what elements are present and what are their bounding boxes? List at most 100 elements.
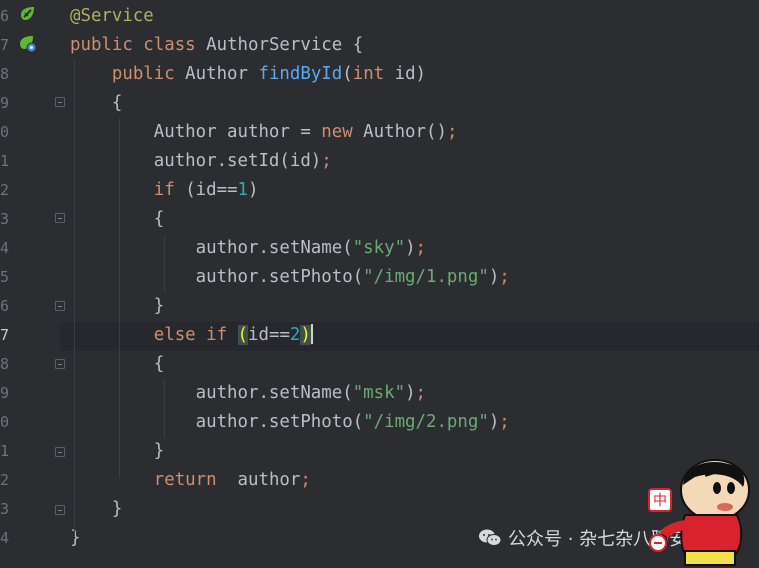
code-token: ; — [321, 151, 332, 171]
code-token: ) — [405, 238, 416, 258]
line-number: 9 — [0, 384, 10, 402]
code-line[interactable]: 0 Author author = new Author(); — [0, 118, 759, 147]
code-text[interactable]: return author; — [70, 466, 311, 495]
cartoon-boy-mascot: 中 — [648, 459, 750, 566]
code-token: "/img/2.png" — [363, 412, 489, 432]
line-number: 3 — [0, 500, 10, 518]
line-number: 7 — [0, 36, 10, 54]
fold-marker[interactable] — [55, 213, 65, 223]
line-number: 8 — [0, 65, 10, 83]
line-number: 6 — [0, 297, 10, 315]
line-number: 5 — [0, 268, 10, 286]
indent-guide — [74, 60, 75, 536]
code-line[interactable]: 1 author.setId(id); — [0, 147, 759, 176]
code-token: author.setId(id) — [70, 151, 322, 171]
line-number: 4 — [0, 239, 10, 257]
code-text[interactable]: author.setPhoto("/img/2.png"); — [70, 408, 510, 437]
code-token: ; — [499, 412, 510, 432]
code-text[interactable]: author.setId(id); — [70, 147, 332, 176]
line-number: 1 — [0, 152, 10, 170]
code-token: "/img/1.png" — [363, 267, 489, 287]
code-token: "sky" — [352, 238, 406, 258]
text-caret — [310, 324, 313, 344]
code-token: ; — [300, 470, 311, 490]
code-token: ) — [248, 180, 259, 200]
indent-guide — [164, 380, 165, 438]
line-number: 7 — [0, 326, 10, 344]
line-number: 4 — [0, 529, 10, 547]
fold-marker[interactable] — [55, 301, 65, 311]
code-token: ( — [237, 325, 249, 345]
fold-marker[interactable] — [55, 505, 65, 515]
code-line[interactable]: 5 author.setPhoto("/img/1.png"); — [0, 263, 759, 292]
code-line[interactable]: 6 @Service — [0, 2, 759, 31]
wechat-icon — [479, 529, 502, 546]
spring-bean-icon[interactable] — [19, 5, 37, 23]
code-token: } — [70, 296, 165, 316]
code-line[interactable]: 0 author.setPhoto("/img/2.png"); — [0, 408, 759, 437]
code-token: int — [352, 64, 395, 84]
line-number: 9 — [0, 94, 10, 112]
code-text[interactable]: author.setName("sky"); — [70, 234, 426, 263]
code-text[interactable]: { — [70, 350, 164, 379]
code-text[interactable]: } — [70, 437, 164, 466]
code-token: id) — [394, 64, 427, 84]
code-token: author — [237, 470, 301, 490]
code-token: Author() — [363, 122, 447, 142]
code-token: { — [70, 354, 165, 374]
code-token: ; — [446, 122, 458, 142]
code-line[interactable]: 7 public class AuthorService { — [0, 31, 759, 60]
code-line[interactable]: 7 else if (id==2) — [0, 321, 759, 350]
code-line[interactable]: 9 author.setName("msk"); — [0, 379, 759, 408]
code-token: findById — [258, 64, 343, 84]
code-token: 1 — [237, 180, 249, 200]
code-token: AuthorService { — [206, 35, 364, 55]
code-text[interactable]: author.setName("msk"); — [70, 379, 426, 408]
code-token: author.setName( — [70, 238, 353, 258]
code-line[interactable]: 6 } — [0, 292, 759, 321]
code-text[interactable]: @Service — [70, 2, 154, 31]
code-text[interactable]: public Author findById(int id) — [70, 60, 426, 89]
code-text[interactable]: Author author = new Author(); — [70, 118, 458, 147]
fold-marker[interactable] — [55, 447, 65, 457]
code-token: ) — [300, 325, 311, 345]
code-text[interactable]: } — [70, 495, 122, 524]
fold-marker[interactable] — [55, 359, 65, 369]
code-token: { — [70, 93, 123, 113]
line-number: 8 — [0, 355, 10, 373]
code-text[interactable]: author.setPhoto("/img/1.png"); — [70, 263, 510, 292]
line-number: 2 — [0, 181, 10, 199]
code-token: ; — [415, 238, 427, 258]
code-token: if — [206, 325, 238, 345]
code-token: } — [70, 499, 123, 519]
code-token: } — [70, 528, 81, 548]
code-token: return — [153, 470, 238, 490]
code-token: ; — [499, 267, 510, 287]
indent-guide — [119, 118, 120, 478]
code-line[interactable]: 4 author.setName("sky"); — [0, 234, 759, 263]
line-number: 1 — [0, 442, 10, 460]
code-text[interactable]: } — [70, 524, 80, 553]
code-line[interactable]: 8 public Author findById(int id) — [0, 60, 759, 89]
code-line[interactable]: 2 if (id==1) — [0, 176, 759, 205]
code-text[interactable]: } — [70, 292, 164, 321]
spring-class-icon[interactable] — [19, 35, 37, 53]
code-text[interactable]: if (id==1) — [70, 176, 259, 205]
code-token: ; — [415, 383, 427, 403]
code-text[interactable]: public class AuthorService { — [70, 31, 363, 60]
code-text[interactable]: { — [70, 89, 122, 118]
fold-marker[interactable] — [55, 97, 65, 107]
code-token: public — [70, 35, 144, 55]
line-number: 0 — [0, 123, 10, 141]
code-line[interactable]: 8 { — [0, 350, 759, 379]
code-text[interactable]: else if (id==2) — [70, 321, 313, 350]
code-line[interactable]: 3 { — [0, 205, 759, 234]
code-token: (id== — [185, 180, 238, 200]
line-number: 6 — [0, 7, 10, 25]
code-line[interactable]: 9 { — [0, 89, 759, 118]
code-text[interactable]: { — [70, 205, 164, 234]
code-token: 2 — [289, 325, 301, 345]
